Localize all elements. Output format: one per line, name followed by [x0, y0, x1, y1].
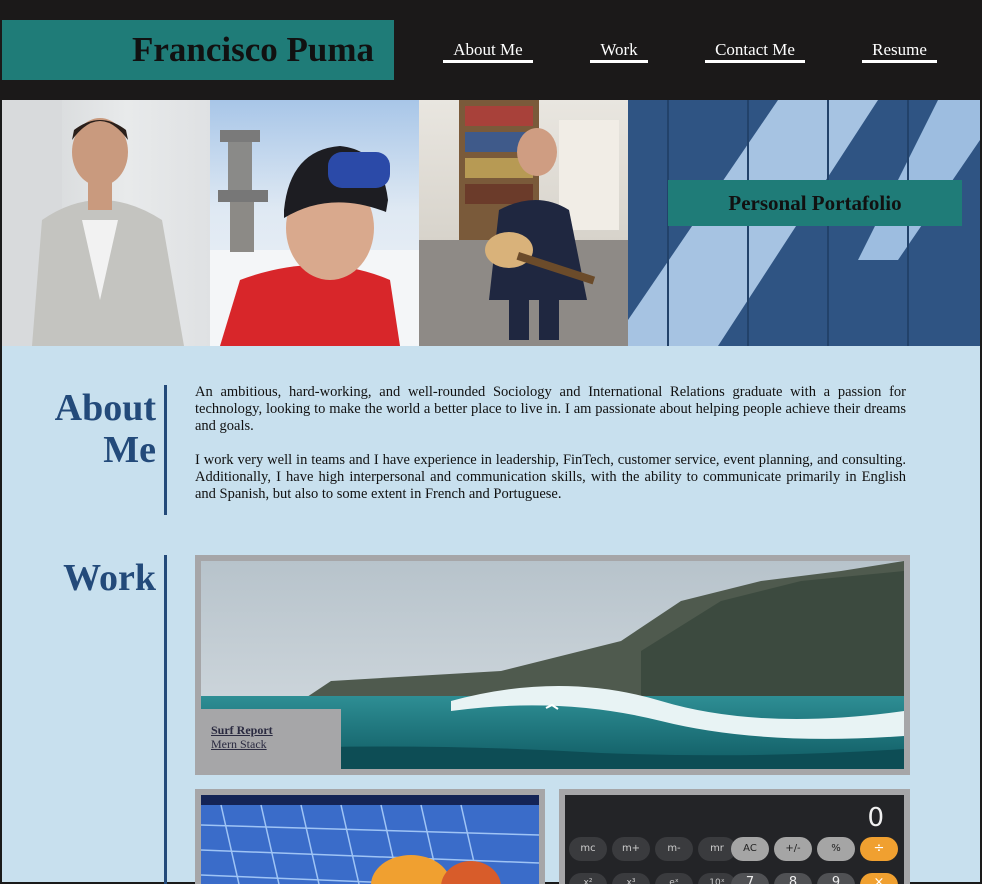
about-title-line2: Me: [103, 429, 156, 471]
calculator-display: 0: [867, 803, 884, 833]
work-section-title: Work: [63, 557, 156, 599]
calc-key: eˣ: [655, 873, 693, 884]
work-card-calculator[interactable]: 0 mc m+ m- mr AC +/- % ÷ x² x³ eˣ 10ˣ 7 …: [559, 789, 910, 884]
nav-about-me[interactable]: About Me: [443, 38, 533, 63]
calc-key: m+: [612, 837, 650, 861]
calc-key: %: [817, 837, 855, 861]
site-brand[interactable]: Francisco Puma: [2, 20, 394, 80]
calculator-image: 0 mc m+ m- mr AC +/- % ÷ x² x³ eˣ 10ˣ 7 …: [565, 795, 904, 884]
calc-key: mc: [569, 837, 607, 861]
work-card-led-dome[interactable]: [195, 789, 545, 884]
nav-contact-me[interactable]: Contact Me: [705, 38, 805, 63]
calc-key: 7: [731, 873, 769, 884]
calc-key: x³: [612, 873, 650, 884]
site-header: Francisco Puma About Me Work Contact Me …: [0, 0, 982, 100]
work-card-surf-report[interactable]: Surf Report Mern Stack: [195, 555, 910, 775]
work-divider: [164, 555, 167, 884]
about-text: An ambitious, hard-working, and well-rou…: [195, 384, 906, 520]
calc-key: 9: [817, 873, 855, 884]
surf-report-tech-link[interactable]: Mern Stack: [211, 737, 331, 751]
calc-key: AC: [731, 837, 769, 861]
hero-photo-suit-portrait: [2, 100, 210, 346]
calculator-keys-row1: mc m+ m- mr AC +/- % ÷: [565, 837, 904, 863]
hero-photo-snow-selfie: [210, 100, 419, 346]
calculator-keys-row2: x² x³ eˣ 10ˣ 7 8 9 ×: [565, 873, 904, 884]
surf-report-title-link[interactable]: Surf Report: [211, 723, 331, 737]
calc-key: ÷: [860, 837, 898, 861]
calc-key: m-: [655, 837, 693, 861]
calc-key: x²: [569, 873, 607, 884]
surf-report-caption: Surf Report Mern Stack: [201, 709, 341, 769]
about-paragraph-2: I work very well in teams and I have exp…: [195, 452, 906, 502]
led-dome-image: [201, 795, 539, 884]
calc-key: 8: [774, 873, 812, 884]
hero-photo-guitar: [419, 100, 628, 346]
about-paragraph-1: An ambitious, hard-working, and well-rou…: [195, 384, 906, 434]
hero-badge-title: Personal Portafolio: [668, 180, 962, 226]
about-title-line1: About: [54, 387, 156, 429]
about-divider: [164, 385, 167, 515]
nav-work[interactable]: Work: [590, 38, 648, 63]
calc-key: ×: [860, 873, 898, 884]
calc-key: +/-: [774, 837, 812, 861]
nav-resume[interactable]: Resume: [862, 38, 937, 63]
about-section-title: About Me: [40, 387, 156, 471]
